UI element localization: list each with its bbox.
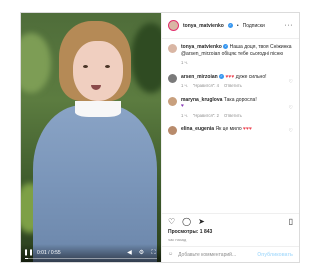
video-player[interactable]: ❚❚ 0:01 / 0:55 ◀ ⚙ ⛶ xyxy=(21,13,161,262)
list-item: elina_eugenia Як це мило ♥♥♥ ♡ xyxy=(167,126,293,135)
action-bar: ♡ ◯ ➤ ▯ xyxy=(161,213,299,229)
comment-author[interactable]: elina_eugenia xyxy=(181,126,214,132)
post-time: час назад xyxy=(167,237,187,242)
post-sidebar: tonya_matvienko ✓ • Подписки ··· tonya_m… xyxy=(160,13,299,262)
avatar[interactable] xyxy=(167,20,179,31)
avatar[interactable] xyxy=(167,96,177,106)
emoji-icon[interactable]: ☺ xyxy=(168,252,173,257)
share-icon[interactable]: ➤ xyxy=(198,217,205,226)
heart-icon[interactable]: ♡ xyxy=(289,105,293,111)
post-header: tonya_matvienko ✓ • Подписки ··· xyxy=(161,13,299,39)
verified-icon: ✓ xyxy=(219,73,225,79)
comment-icon[interactable]: ◯ xyxy=(182,217,191,226)
video-time: 0:01 / 0:55 xyxy=(37,250,61,256)
video-controls: ❚❚ 0:01 / 0:55 ◀ ⚙ ⛶ xyxy=(21,244,161,262)
video-progress[interactable] xyxy=(25,258,157,259)
pause-icon[interactable]: ❚❚ xyxy=(23,250,33,256)
heart-icon[interactable]: ♡ xyxy=(168,217,175,226)
purple-heart-emoji: ♥ xyxy=(180,103,184,109)
heart-icon[interactable]: ♡ xyxy=(289,79,293,85)
heart-emoji: ♥♥♥ xyxy=(225,73,235,80)
video-progress-fill xyxy=(25,258,28,259)
comments-list: tonya_matvienko ✓ Наша доця, твоя Сніжин… xyxy=(162,39,299,213)
comment-text: дуже сильно! xyxy=(235,73,267,80)
comment-text: Як це мило xyxy=(215,126,242,132)
following-button[interactable]: Подписки xyxy=(243,23,265,29)
video-subject-jacket xyxy=(33,105,157,262)
more-options-icon[interactable]: ··· xyxy=(285,22,294,29)
settings-icon[interactable]: ⚙ xyxy=(138,250,145,256)
comment-author[interactable]: tonya_matvienko xyxy=(181,44,222,50)
reply-button[interactable]: Ответить xyxy=(224,83,242,90)
reply-button[interactable]: Ответить xyxy=(224,113,242,120)
separator-dot: • xyxy=(236,22,239,29)
bookmark-icon[interactable]: ▯ xyxy=(289,217,293,226)
avatar[interactable] xyxy=(167,44,177,53)
heart-icon[interactable]: ♡ xyxy=(289,128,293,134)
comment-likes[interactable]: "Нравится": 4 xyxy=(193,83,219,90)
post-modal: ❚❚ 0:01 / 0:55 ◀ ⚙ ⛶ tonya_matvienko ✓ •… xyxy=(20,12,300,263)
video-subject-eye xyxy=(105,65,110,68)
heart-emoji: ♥♥♥ xyxy=(243,126,252,132)
comment-time: 1 ч. xyxy=(180,60,188,65)
list-item: arsen_mirzoian ✓ ♥♥♥ дуже сильно! 1 ч. "… xyxy=(167,73,293,90)
comment-time: 1 ч. xyxy=(180,83,188,88)
video-subject-collar xyxy=(75,101,121,117)
list-item: tonya_matvienko ✓ Наша доця, твоя Сніжин… xyxy=(167,44,293,67)
avatar[interactable] xyxy=(167,73,177,83)
fullscreen-icon[interactable]: ⛶ xyxy=(150,250,157,256)
post-author[interactable]: tonya_matvienko xyxy=(183,23,224,29)
comment-likes[interactable]: "Нравится": 2 xyxy=(193,113,219,120)
comment-author[interactable]: maryna_kruglova xyxy=(181,97,222,103)
video-subject-eye xyxy=(83,65,88,68)
comment-author[interactable]: arsen_mirzoian xyxy=(181,74,218,80)
avatar[interactable] xyxy=(167,126,177,135)
verified-icon: ✓ xyxy=(227,23,233,28)
add-comment-bar: ☺ Добавьте комментарий... Опубликовать xyxy=(161,246,299,262)
comment-input[interactable]: Добавьте комментарий... xyxy=(178,252,236,258)
verified-icon: ✓ xyxy=(223,44,229,50)
comment-time: 1 ч. xyxy=(180,112,188,118)
post-comment-button[interactable]: Опубликовать xyxy=(257,252,293,258)
video-subject-face xyxy=(73,41,123,101)
comment-text: Така доросла! xyxy=(223,96,257,103)
list-item: maryna_kruglova Така доросла! ♥ 1 ч. "Нр… xyxy=(167,96,293,120)
volume-icon[interactable]: ◀ xyxy=(126,250,133,256)
